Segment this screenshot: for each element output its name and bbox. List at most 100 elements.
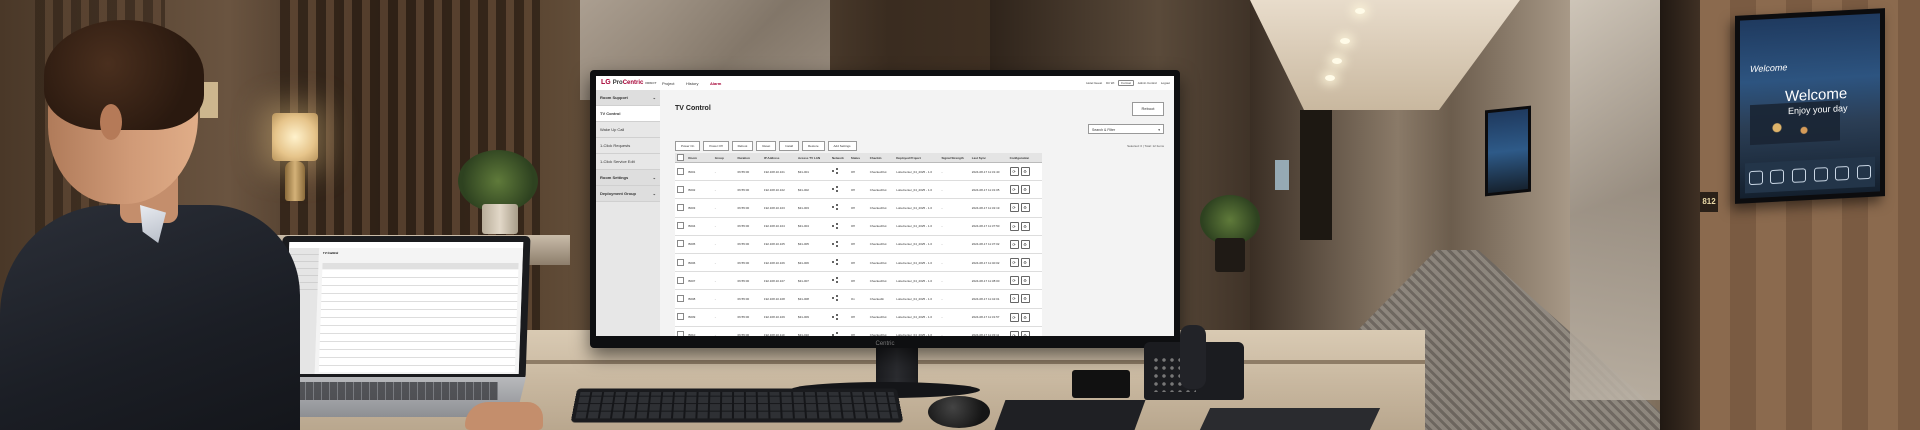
nav-history[interactable]: History — [686, 81, 698, 86]
share-icon — [832, 204, 838, 210]
column-header: Group — [713, 153, 736, 163]
tv-table: Room Group Duration IP Address Access TV LAN… — [675, 153, 1042, 336]
share-icon — [832, 314, 838, 320]
reboot-button[interactable]: Reboot — [732, 141, 754, 151]
configuration-cell: ⟳ ⚙ — [1008, 253, 1042, 271]
refresh-icon[interactable]: ⟳ — [1010, 294, 1019, 303]
wifi-toggle[interactable]: Dir Wi — [1106, 81, 1114, 85]
sidebar-item-1-click-requests[interactable]: 1-Click Requests — [596, 138, 660, 154]
mouse — [928, 396, 990, 428]
checkbox-icon[interactable] — [677, 154, 684, 161]
table-cell: 2024-08-17 11:37:50 — [970, 217, 1008, 235]
table-row[interactable]: B002-06:55:00 192.168.10.102 $31-002 Off Che… — [675, 181, 1042, 199]
checkbox-icon[interactable] — [677, 295, 684, 302]
sidebar-item-tv-control[interactable]: TV Control — [596, 106, 660, 122]
refresh-icon[interactable]: ⟳ — [1010, 331, 1019, 336]
search-filter-dropdown[interactable]: Search & Filter ▾ — [1088, 124, 1164, 134]
gear-icon[interactable]: ⚙ — [1021, 331, 1030, 336]
select-all-checkbox[interactable] — [675, 153, 686, 163]
refresh-icon[interactable]: ⟳ — [1010, 167, 1019, 176]
checkbox-icon[interactable] — [677, 259, 684, 266]
refresh-icon[interactable]: ⟳ — [1010, 222, 1019, 231]
table-cell: CheckedOut — [868, 199, 894, 217]
gear-icon[interactable]: ⚙ — [1021, 185, 1030, 194]
reset-button[interactable]: Reset — [756, 141, 776, 151]
account-menu[interactable]: Logout — [1161, 81, 1170, 85]
refresh-icon[interactable]: ⟳ — [1010, 240, 1019, 249]
table-cell: 192.168.10.107 — [762, 272, 796, 290]
checkbox-icon[interactable] — [677, 168, 684, 175]
table-row[interactable]: B001-06:55:00 192.168.10.101 $31-001 Off Che… — [675, 163, 1042, 181]
gear-icon[interactable]: ⚙ — [1021, 313, 1030, 322]
sidebar-item-label: Room Settings — [600, 175, 628, 180]
checkbox-icon[interactable] — [677, 240, 684, 247]
checkbox-icon[interactable] — [677, 277, 684, 284]
power-on-button[interactable]: Power On — [675, 141, 700, 151]
table-row[interactable]: B004-06:55:00 192.168.10.104 $31-004 Off Che… — [675, 217, 1042, 235]
corridor-window — [1275, 160, 1289, 190]
refresh-icon[interactable]: ⟳ — [1010, 185, 1019, 194]
table-row[interactable]: B010-06:55:00 192.168.10.110 $31-010 Off Che… — [675, 326, 1042, 336]
display-menu — [1745, 157, 1875, 194]
gear-icon[interactable]: ⚙ — [1021, 258, 1030, 267]
admin-select[interactable]: Admin Control — [1138, 81, 1157, 85]
table-row[interactable]: B009-06:55:00 192.168.10.109 $31-009 Off Che… — [675, 308, 1042, 326]
gear-icon[interactable]: ⚙ — [1021, 222, 1030, 231]
checkbox-icon[interactable] — [677, 222, 684, 229]
table-cell: B003 — [686, 199, 712, 217]
share-node — [836, 223, 838, 225]
format-button[interactable]: Format — [1118, 80, 1134, 86]
restore-button[interactable]: Restore — [802, 141, 825, 151]
checkbox-icon[interactable] — [677, 313, 684, 320]
hotel-front-desk-scene: 812 Welcome Welcome Enjoy your day LG Pr… — [0, 0, 1920, 430]
checkbox-icon[interactable] — [677, 186, 684, 193]
table-cell: B005 — [686, 235, 712, 253]
network-cell — [830, 272, 849, 290]
configuration-cell: ⟳ ⚙ — [1008, 308, 1042, 326]
refresh-icon[interactable]: ⟳ — [1010, 203, 1019, 212]
nav-project[interactable]: Project — [662, 81, 674, 86]
gear-icon[interactable]: ⚙ — [1021, 276, 1030, 285]
chevron-down-icon: ⌄ — [653, 170, 656, 185]
add-settings-button[interactable]: Add Settings — [828, 141, 857, 151]
sidebar-item-deployment-group[interactable]: Deployment Group ⌄ — [596, 186, 660, 202]
logo-sub: DIRECT — [645, 81, 656, 85]
table-cell: LotteCenter_04_2025 - 1.0 — [894, 217, 939, 235]
gear-icon[interactable]: ⚙ — [1021, 167, 1030, 176]
table-row[interactable]: B005-06:55:00 192.168.10.105 $31-005 Off Che… — [675, 235, 1042, 253]
column-header: Room — [686, 153, 712, 163]
table-cell: CheckedIn — [868, 290, 894, 308]
table-row[interactable]: B006-06:55:00 192.168.10.106 $31-006 Off Che… — [675, 253, 1042, 271]
checkbox-icon[interactable] — [677, 204, 684, 211]
gear-icon[interactable]: ⚙ — [1021, 240, 1030, 249]
install-button[interactable]: Install — [779, 141, 799, 151]
menu-tile-icon — [1770, 169, 1784, 184]
refresh-icon[interactable]: ⟳ — [1010, 313, 1019, 322]
share-node — [832, 261, 834, 263]
table-row[interactable]: B007-06:55:00 192.168.10.107 $31-007 Off Che… — [675, 272, 1042, 290]
reboot-button[interactable]: Reboot — [1132, 102, 1164, 116]
checkbox-icon[interactable] — [677, 331, 684, 336]
configuration-cell: ⟳ ⚙ — [1008, 290, 1042, 308]
share-icon — [832, 186, 838, 192]
app-logo[interactable]: LG ProCentric DIRECT — [601, 79, 657, 86]
sidebar-item-wake-up-call[interactable]: Wake Up Call — [596, 122, 660, 138]
power-off-button[interactable]: Power Off — [703, 141, 728, 151]
gear-icon[interactable]: ⚙ — [1021, 294, 1030, 303]
nav-alarm[interactable]: Alarm — [710, 81, 721, 86]
gear-icon[interactable]: ⚙ — [1021, 203, 1030, 212]
sidebar-item-room-settings[interactable]: Room Settings ⌄ — [596, 170, 660, 186]
table-cell: LotteCenter_04_2025 - 1.0 — [894, 235, 939, 253]
share-node — [836, 186, 838, 188]
sidebar-item-1-click-service-edit[interactable]: 1-Click Service Edit — [596, 154, 660, 170]
share-node — [832, 334, 834, 336]
laptop-table-header — [322, 263, 518, 269]
refresh-icon[interactable]: ⟳ — [1010, 258, 1019, 267]
refresh-icon[interactable]: ⟳ — [1010, 276, 1019, 285]
table-row[interactable]: B008-06:55:00 192.168.10.108 $31-008 On Chec… — [675, 290, 1042, 308]
table-cell: B009 — [686, 308, 712, 326]
table-row[interactable]: B003-06:55:00 192.168.10.103 $31-003 Off Che… — [675, 199, 1042, 217]
plant-pot — [1215, 238, 1245, 272]
table-cell: B008 — [686, 290, 712, 308]
sidebar-item-room-support[interactable]: Room Support ⌄ — [596, 90, 660, 106]
